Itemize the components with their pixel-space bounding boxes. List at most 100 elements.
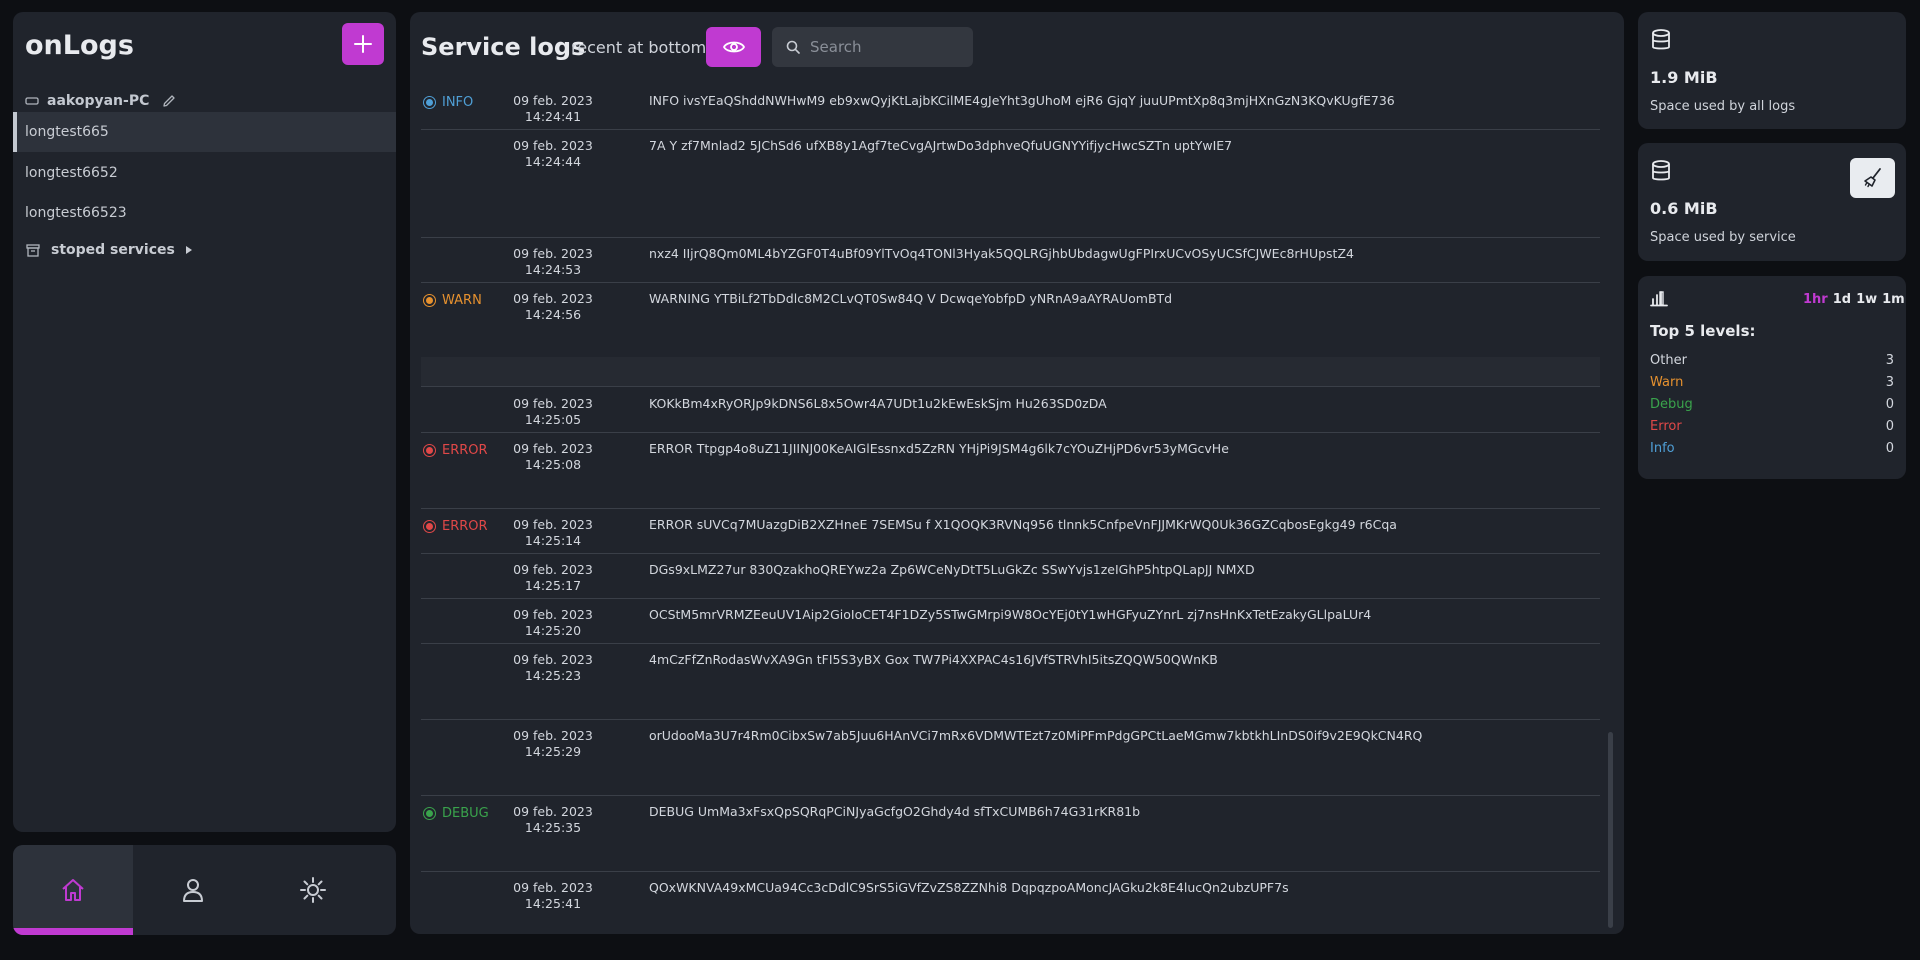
range-1w[interactable]: 1w xyxy=(1856,292,1877,307)
server-icon xyxy=(25,97,39,105)
log-timestamp: 09 feb. 2023 14:25:17 xyxy=(513,562,593,594)
log-timestamp: 09 feb. 2023 14:24:44 xyxy=(513,138,593,170)
stopped-services-label: stoped services xyxy=(51,242,175,258)
top-levels-card: 1hr 1d 1w 1m Top 5 levels: Other 3 Warn … xyxy=(1638,276,1906,479)
range-1hr[interactable]: 1hr xyxy=(1803,292,1828,307)
caret-right-icon xyxy=(185,246,192,254)
service-label: longtest66523 xyxy=(25,205,127,221)
log-row[interactable]: ERROR 09 feb. 2023 14:25:08 ERROR Ttpgp4o… xyxy=(421,433,1600,509)
order-label: recent at bottom xyxy=(571,38,707,57)
log-timestamp: 09 feb. 2023 14:25:08 xyxy=(513,441,593,473)
log-level-text: INFO xyxy=(442,95,474,110)
log-time: 14:24:56 xyxy=(524,307,582,322)
level-stat-error: Error 0 xyxy=(1650,419,1894,434)
log-time: 14:25:05 xyxy=(524,412,582,427)
log-date: 09 feb. 2023 xyxy=(513,562,593,577)
pencil-icon[interactable] xyxy=(161,93,177,109)
level-name: Info xyxy=(1650,441,1675,456)
log-date: 09 feb. 2023 xyxy=(513,291,593,306)
scrollbar[interactable] xyxy=(1608,732,1613,928)
log-row[interactable]: DEBUG 09 feb. 2023 14:25:35 DEBUG UmMa3xF… xyxy=(421,796,1600,872)
level-stat-warn: Warn 3 xyxy=(1650,375,1894,390)
page-title: Service logs xyxy=(421,33,586,61)
log-row[interactable]: 09 feb. 2023 14:25:17 DGs9xLMZ27ur 830Qza… xyxy=(421,554,1600,599)
error-dot-icon xyxy=(423,520,436,533)
service-item-longtest6652[interactable]: longtest6652 xyxy=(13,153,396,193)
service-label: longtest6652 xyxy=(25,165,118,181)
time-range-selector: 1hr 1d 1w 1m xyxy=(1803,292,1905,307)
log-timestamp: 09 feb. 2023 14:25:35 xyxy=(513,804,593,836)
level-count: 0 xyxy=(1885,441,1894,456)
log-message: ERROR Ttpgp4o8uZ11JIINJ00KeAIGlEssnxd5Zz… xyxy=(649,441,1229,456)
log-row[interactable]: 09 feb. 2023 14:24:44 7A Y zf7Mnlad2 5JCh… xyxy=(421,130,1600,238)
level-count: 0 xyxy=(1885,419,1894,434)
log-timestamp: 09 feb. 2023 14:25:20 xyxy=(513,607,593,639)
log-row[interactable]: ERROR 09 feb. 2023 14:25:14 ERROR sUVCq7M… xyxy=(421,509,1600,554)
log-time: 14:25:29 xyxy=(524,744,582,759)
log-row[interactable]: 09 feb. 2023 14:24:53 nxz4 IIjrQ8Qm0ML4bY… xyxy=(421,238,1600,283)
level-count: 0 xyxy=(1885,397,1894,412)
nav-tab-theme[interactable] xyxy=(253,845,373,935)
all-logs-size-value: 1.9 MiB xyxy=(1650,68,1718,87)
log-date: 09 feb. 2023 xyxy=(513,728,593,743)
log-time: 14:24:53 xyxy=(524,262,582,277)
log-level-badge: ERROR xyxy=(423,443,488,458)
log-row[interactable]: WARN 09 feb. 2023 14:24:56 WARNING YTBiLf… xyxy=(421,283,1600,357)
service-item-longtest665[interactable]: longtest665 xyxy=(13,112,396,152)
log-row[interactable]: 09 feb. 2023 14:25:41 QOxWKNVA49xMCUa94Cc… xyxy=(421,872,1600,928)
search-input[interactable] xyxy=(810,38,960,56)
log-level-text: ERROR xyxy=(442,519,488,534)
service-size-card: 0.6 MiB Space used by service xyxy=(1638,143,1906,261)
service-item-longtest66523[interactable]: longtest66523 xyxy=(13,193,396,233)
log-row[interactable]: 09 feb. 2023 14:25:05 KOKkBm4xRyORJp9kDNS… xyxy=(421,388,1600,433)
home-icon xyxy=(62,879,84,901)
level-count: 3 xyxy=(1885,375,1894,390)
top-levels-title: Top 5 levels: xyxy=(1650,322,1756,340)
clear-logs-button[interactable] xyxy=(1850,158,1895,198)
log-row[interactable]: 09 feb. 2023 14:25:29 orUdooMa3U7r4Rm0Cib… xyxy=(421,720,1600,796)
archive-icon xyxy=(26,244,40,257)
log-level-badge: WARN xyxy=(423,293,482,308)
sun-icon xyxy=(300,877,326,903)
warn-dot-icon xyxy=(423,294,436,307)
level-stat-other: Other 3 xyxy=(1650,353,1894,368)
service-size-caption: Space used by service xyxy=(1650,230,1796,245)
view-toggle-button[interactable] xyxy=(706,27,761,67)
log-row[interactable]: INFO 09 feb. 2023 14:24:41 INFO ivsYEaQSh… xyxy=(421,85,1600,130)
log-message: 4mCzFfZnRodasWvXA9Gn tFI5S3yBX Gox TW7Pi… xyxy=(649,652,1218,667)
log-time: 14:25:14 xyxy=(524,533,582,548)
level-count: 3 xyxy=(1885,353,1894,368)
all-logs-size-caption: Space used by all logs xyxy=(1650,99,1796,114)
database-icon xyxy=(1652,160,1670,181)
level-name: Error xyxy=(1650,419,1682,434)
log-date: 09 feb. 2023 xyxy=(513,607,593,622)
stopped-services-toggle[interactable]: stoped services xyxy=(25,242,193,258)
search-icon xyxy=(786,40,800,54)
log-separator xyxy=(421,357,1600,387)
range-1m[interactable]: 1m xyxy=(1882,292,1905,307)
log-time: 14:25:20 xyxy=(524,623,582,638)
log-time: 14:25:23 xyxy=(524,668,582,683)
log-level-text: DEBUG xyxy=(442,806,489,821)
log-time: 14:25:17 xyxy=(524,578,582,593)
log-timestamp: 09 feb. 2023 14:25:05 xyxy=(513,396,593,428)
nav-tab-home[interactable] xyxy=(13,845,133,935)
log-message: DGs9xLMZ27ur 830QzakhoQREYwz2a Zp6WCeNyD… xyxy=(649,562,1255,577)
log-time: 14:25:41 xyxy=(524,896,582,911)
host-row: aakopyan-PC xyxy=(25,90,177,112)
log-date: 09 feb. 2023 xyxy=(513,396,593,411)
bottom-nav xyxy=(13,845,396,935)
host-name: aakopyan-PC xyxy=(47,93,150,109)
add-button[interactable] xyxy=(342,23,384,65)
nav-tab-user[interactable] xyxy=(133,845,253,935)
all-logs-size-card: 1.9 MiB Space used by all logs xyxy=(1638,12,1906,129)
range-1d[interactable]: 1d xyxy=(1833,292,1851,307)
log-level-badge: ERROR xyxy=(423,519,488,534)
log-message: WARNING YTBiLf2TbDdlc8M2CLvQT0Sw84Q V Dc… xyxy=(649,291,1173,306)
log-row[interactable]: 09 feb. 2023 14:25:20 OCStM5mrVRMZEeuUV1A… xyxy=(421,599,1600,644)
log-timestamp: 09 feb. 2023 14:24:41 xyxy=(513,93,593,125)
log-row[interactable]: 09 feb. 2023 14:25:23 4mCzFfZnRodasWvXA9G… xyxy=(421,644,1600,720)
log-message: 7A Y zf7Mnlad2 5JChSd6 ufXB8y1Agf7teCvgA… xyxy=(649,138,1233,153)
log-date: 09 feb. 2023 xyxy=(513,93,593,108)
log-time: 14:25:35 xyxy=(524,820,582,835)
